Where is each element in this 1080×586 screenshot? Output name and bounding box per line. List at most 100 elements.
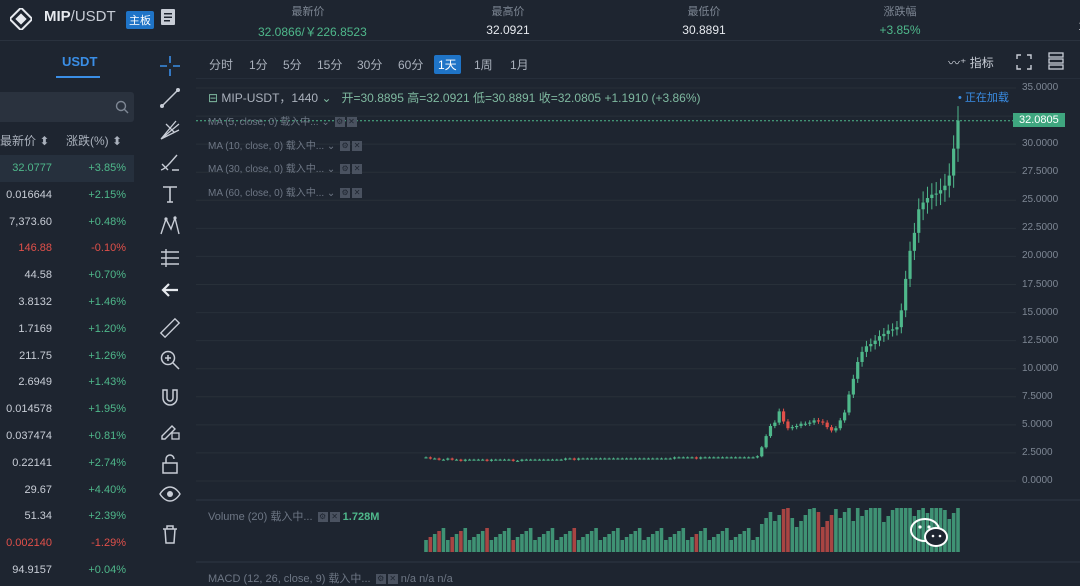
market-row[interactable]: 0.016644 +2.15%: [0, 182, 134, 209]
candle: [851, 378, 855, 395]
trend-line-icon[interactable]: [158, 86, 182, 110]
market-row[interactable]: 2.6949 +1.43%: [0, 369, 134, 396]
market-row[interactable]: 3.8132 +1.46%: [0, 289, 134, 316]
row-price: 146.88: [18, 242, 52, 255]
candle: [930, 194, 934, 199]
eye-icon[interactable]: [158, 482, 182, 506]
layout-icon[interactable]: [1048, 52, 1064, 70]
trash-icon[interactable]: [158, 522, 182, 546]
close-icon[interactable]: ✕: [387, 574, 398, 585]
close-icon[interactable]: ✕: [346, 117, 357, 128]
axis-tick-label: 12.5000: [1022, 334, 1059, 346]
volume-bar: [459, 531, 463, 552]
candle: [577, 458, 581, 460]
document-icon[interactable]: [160, 8, 176, 26]
measure-icon[interactable]: [158, 246, 182, 270]
market-row[interactable]: 211.75 +1.26%: [0, 343, 134, 370]
tab-usdt[interactable]: USDT: [62, 54, 97, 69]
unlock-icon[interactable]: [158, 452, 182, 476]
volume-bar: [472, 537, 476, 552]
tab-timeframe[interactable]: 分时: [205, 55, 237, 74]
volume-bar: [533, 540, 537, 552]
market-row[interactable]: 0.037474 +0.81%: [0, 423, 134, 450]
market-row[interactable]: 7,373.60 +0.48%: [0, 209, 134, 236]
volume-bar: [585, 534, 590, 552]
market-row[interactable]: 44.58 +0.70%: [0, 262, 134, 289]
market-row[interactable]: 32.0777 +3.85%: [0, 155, 134, 182]
axis-tick-label: 22.5000: [1022, 222, 1059, 234]
candle: [917, 209, 921, 233]
pattern-icon[interactable]: [158, 214, 182, 238]
close-icon[interactable]: ✕: [352, 164, 363, 175]
search-icon[interactable]: [115, 100, 129, 114]
tab-timeframe[interactable]: 30分: [353, 55, 386, 74]
candle: [843, 412, 847, 421]
column-header-change[interactable]: 涨跌(%) ⬍: [66, 132, 122, 149]
market-row[interactable]: 146.88 -0.10%: [0, 235, 134, 262]
tab-timeframe[interactable]: 1月: [506, 55, 533, 74]
axis-tick-label: 35.0000: [1022, 82, 1059, 93]
volume-bar: [725, 528, 729, 552]
candle: [725, 457, 729, 459]
volume-bar: [467, 540, 472, 552]
market-row[interactable]: 29.67 +4.40%: [0, 477, 134, 504]
fib-fan-icon[interactable]: [158, 118, 182, 142]
market-row[interactable]: 0.22141 +2.74%: [0, 450, 134, 477]
settings-icon[interactable]: ⚙: [317, 512, 328, 523]
text-icon[interactable]: [158, 182, 182, 206]
close-icon[interactable]: ✕: [329, 512, 340, 523]
market-row[interactable]: 0.002140 -1.29%: [0, 530, 134, 557]
market-row[interactable]: 51.34 +2.39%: [0, 503, 134, 530]
row-change: +0.48%: [88, 215, 126, 228]
settings-icon[interactable]: ⚙: [340, 140, 351, 151]
volume-bar: [498, 534, 502, 552]
tab-timeframe[interactable]: 5分: [279, 55, 306, 74]
market-row[interactable]: 94.9157 +0.04%: [0, 557, 134, 584]
settings-icon[interactable]: ⚙: [340, 187, 351, 198]
magnet-icon[interactable]: [158, 386, 182, 410]
search-input[interactable]: [0, 92, 134, 122]
brush-icon[interactable]: [158, 150, 182, 174]
settings-icon[interactable]: ⚙: [334, 117, 345, 128]
tab-timeframe[interactable]: 60分: [394, 55, 427, 74]
price-chart[interactable]: [196, 78, 1080, 581]
market-row[interactable]: 0.014578 +1.95%: [0, 396, 134, 423]
volume-bar: [794, 527, 799, 552]
zoom-in-icon[interactable]: [158, 348, 182, 372]
close-icon[interactable]: ✕: [352, 140, 363, 151]
axis-tick-label: 2.5000: [1022, 446, 1053, 458]
ruler-icon[interactable]: [158, 316, 182, 340]
row-price: 0.037474: [6, 430, 52, 442]
candle: [555, 459, 559, 461]
row-change: +1.46%: [88, 296, 126, 308]
candle: [864, 346, 869, 352]
header-stat: 21,72: [1040, 3, 1080, 33]
stat-value: 1,72: [1040, 19, 1080, 33]
candle: [507, 459, 511, 461]
lock-drawing-icon[interactable]: [158, 418, 182, 442]
settings-icon[interactable]: ⚙: [340, 164, 351, 175]
tab-timeframe[interactable]: 1周: [470, 55, 497, 74]
volume-bar: [707, 540, 712, 552]
column-header-price[interactable]: 最新价 ⬍: [0, 132, 49, 149]
header-stat: 最新价 32.0866/￥226.8523: [258, 3, 367, 40]
fullscreen-icon[interactable]: [1016, 54, 1032, 70]
back-arrow-icon[interactable]: [158, 278, 182, 302]
axis-tick-label: 10.0000: [1022, 362, 1059, 374]
candle: [921, 202, 925, 210]
crosshair-icon[interactable]: [158, 54, 182, 78]
candle: [677, 457, 681, 459]
candle: [734, 457, 738, 459]
collapse-icon[interactable]: ⊟: [208, 91, 218, 105]
row-change: +0.81%: [88, 430, 126, 442]
indicator-button[interactable]: 〰⁺ 指标: [948, 54, 994, 71]
tab-timeframe[interactable]: 1分: [245, 55, 272, 74]
tab-timeframe[interactable]: 1天: [434, 55, 461, 74]
close-icon[interactable]: ✕: [352, 187, 363, 198]
candle: [729, 457, 733, 459]
tab-timeframe[interactable]: 15分: [313, 55, 346, 74]
candle: [594, 458, 598, 460]
market-row[interactable]: 1.7169 +1.20%: [0, 316, 134, 343]
settings-icon[interactable]: ⚙: [375, 574, 386, 585]
row-change: +0.70%: [88, 269, 126, 282]
